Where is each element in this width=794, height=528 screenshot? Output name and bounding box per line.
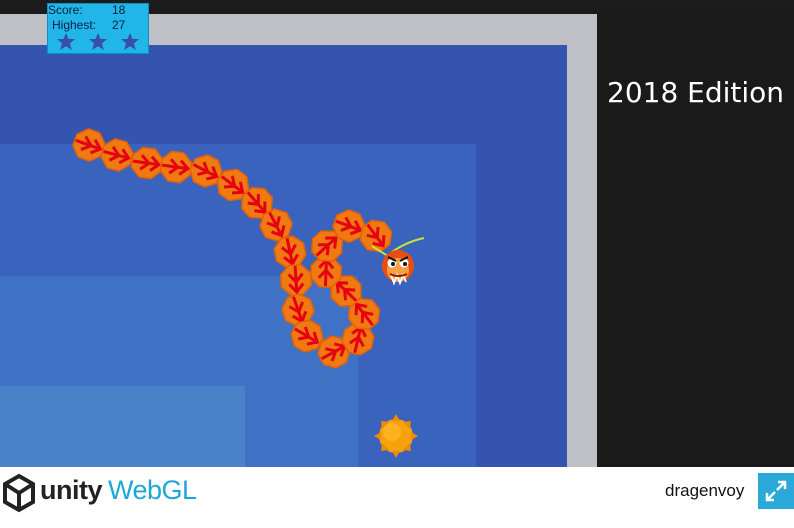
unity-logo-icon — [3, 473, 35, 513]
webgl-label: WebGL — [108, 475, 197, 505]
edition-label: 2018 Edition — [607, 76, 785, 109]
score-label: Score: — [48, 3, 83, 17]
star-icon — [89, 33, 107, 50]
game-title: dragenvoy — [665, 481, 745, 500]
score-value: 18 — [112, 3, 126, 17]
star-icon — [121, 33, 139, 50]
score-hud: Score: 18 Highest: 27 — [47, 3, 149, 54]
fullscreen-icon — [765, 480, 787, 502]
webgl-footer: unity WebGL dragenvoy — [0, 467, 794, 528]
fullscreen-button[interactable] — [758, 473, 794, 509]
game-scene — [0, 45, 567, 467]
game-canvas[interactable] — [0, 14, 597, 467]
unity-brand-label: unity — [40, 475, 103, 505]
highest-label: Highest: — [52, 18, 97, 32]
playfield-shade-3 — [0, 386, 245, 467]
star-icon — [57, 33, 75, 50]
highest-value: 27 — [112, 18, 126, 32]
star-rating — [57, 33, 139, 50]
